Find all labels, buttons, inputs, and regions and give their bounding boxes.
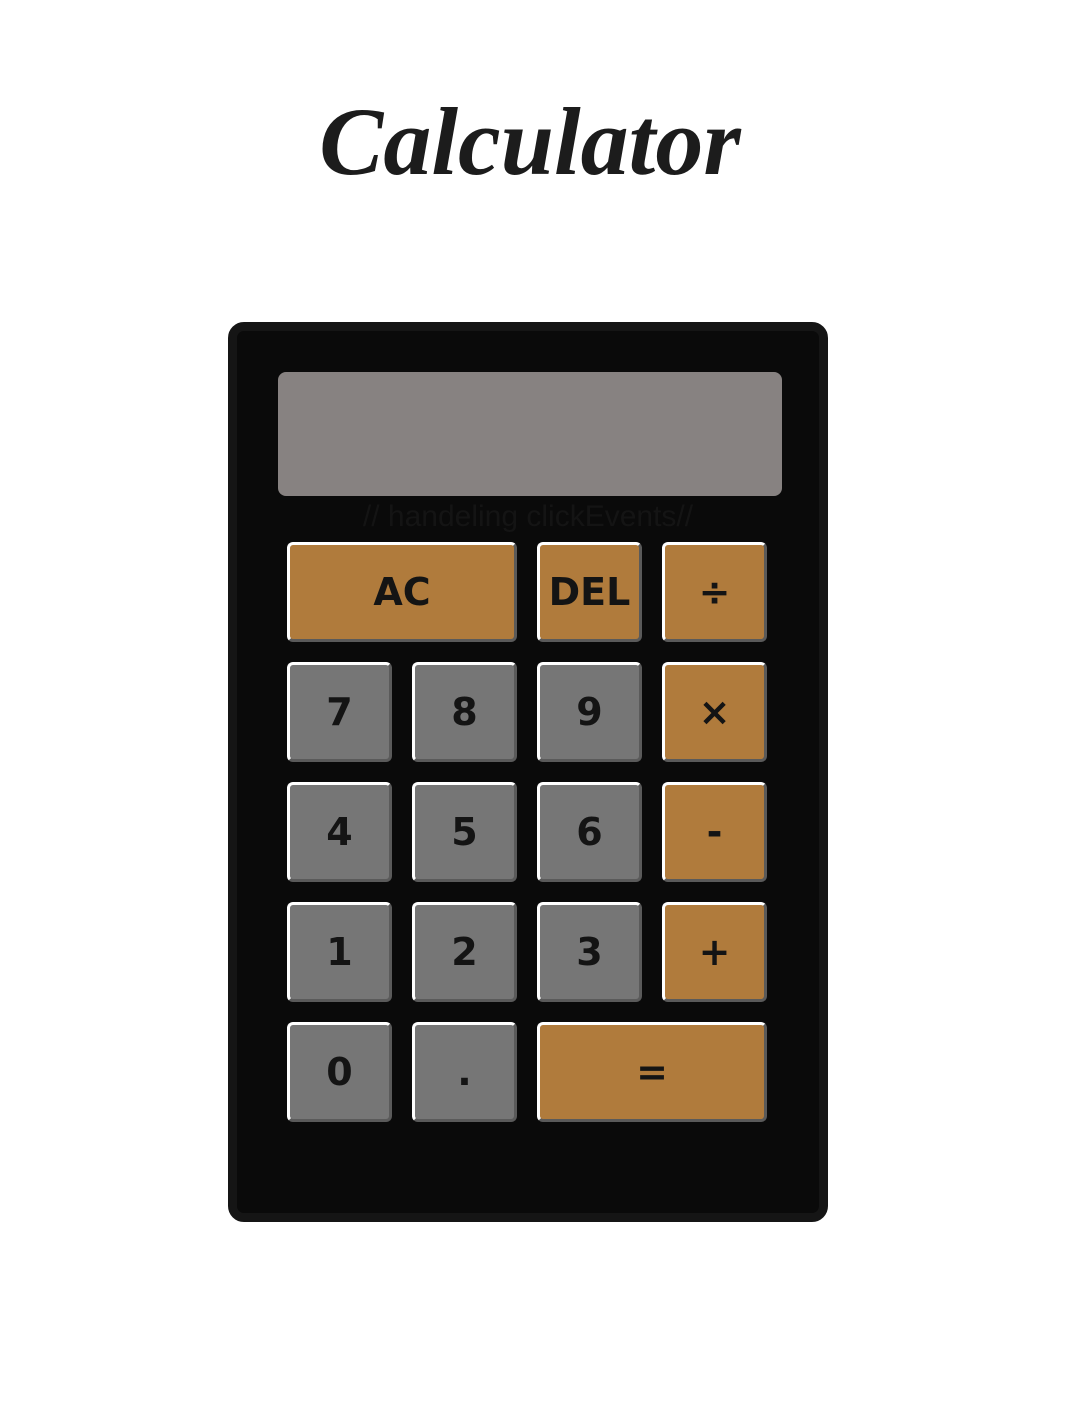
digit-7-button[interactable]: 7 [287, 662, 392, 762]
page-title: Calculator [319, 88, 741, 195]
calculator-body: // handeling clickEvents// AC DEL ÷ 7 8 … [228, 322, 828, 1222]
digit-6-button[interactable]: 6 [537, 782, 642, 882]
calculator-display [278, 372, 782, 496]
delete-button[interactable]: DEL [537, 542, 642, 642]
divide-button[interactable]: ÷ [662, 542, 767, 642]
stray-comment-text: // handeling clickEvents// [362, 500, 694, 533]
digit-2-button[interactable]: 2 [412, 902, 517, 1002]
page: Calculator // handeling clickEvents// AC… [0, 0, 1092, 1408]
equals-button[interactable]: = [537, 1022, 767, 1122]
digit-0-button[interactable]: 0 [287, 1022, 392, 1122]
multiply-button[interactable]: × [662, 662, 767, 762]
digit-8-button[interactable]: 8 [412, 662, 517, 762]
digit-1-button[interactable]: 1 [287, 902, 392, 1002]
digit-3-button[interactable]: 3 [537, 902, 642, 1002]
decimal-point-button[interactable]: . [412, 1022, 517, 1122]
add-button[interactable]: + [662, 902, 767, 1002]
subtract-button[interactable]: - [662, 782, 767, 882]
digit-9-button[interactable]: 9 [537, 662, 642, 762]
clear-all-button[interactable]: AC [287, 542, 517, 642]
digit-5-button[interactable]: 5 [412, 782, 517, 882]
digit-4-button[interactable]: 4 [287, 782, 392, 882]
